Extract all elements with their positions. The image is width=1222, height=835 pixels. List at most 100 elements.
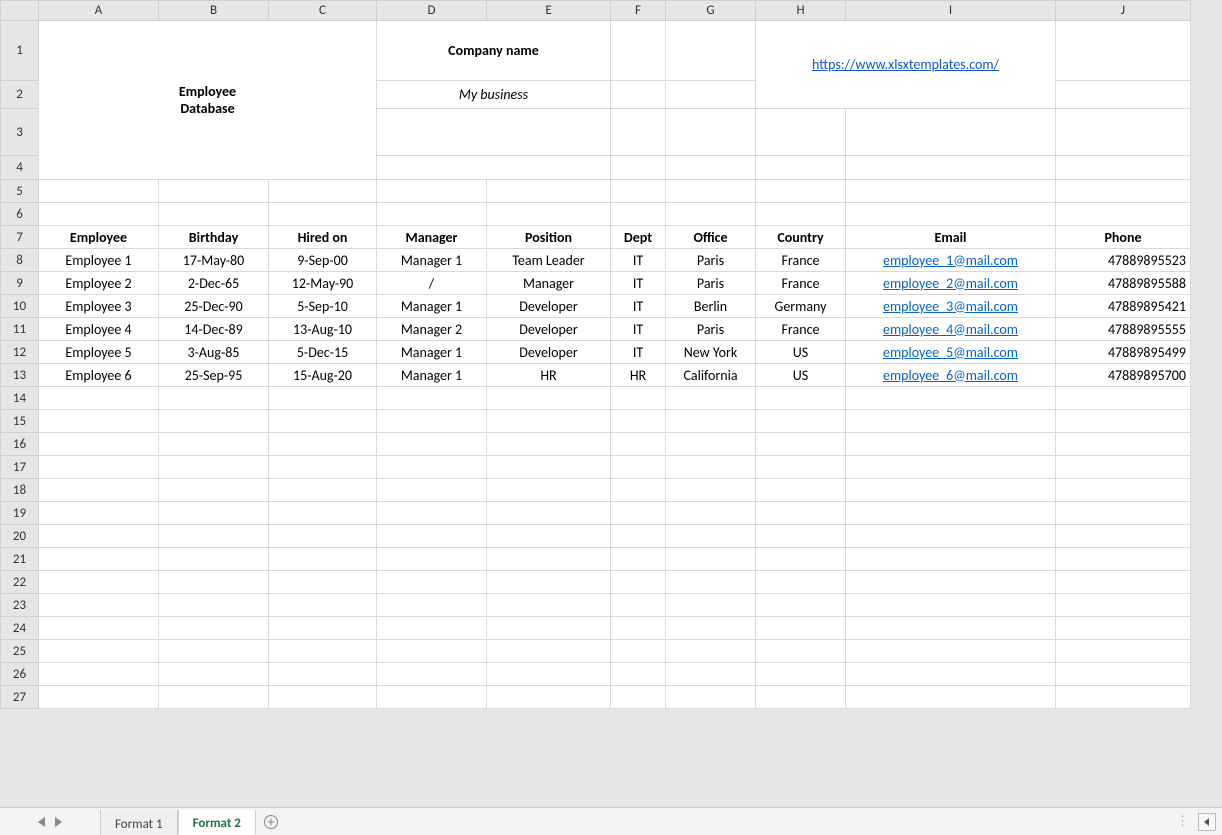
hdr-dept[interactable]: Dept: [611, 226, 666, 249]
cell-manager[interactable]: Manager 1: [377, 249, 487, 272]
add-sheet-button[interactable]: [256, 808, 286, 835]
row-header-22[interactable]: 22: [1, 571, 39, 594]
col-header-B[interactable]: B: [159, 1, 269, 21]
company-name-label[interactable]: Company name: [377, 21, 611, 81]
row-header-11[interactable]: 11: [1, 318, 39, 341]
row-header-21[interactable]: 21: [1, 548, 39, 571]
cell-G2[interactable]: [666, 81, 756, 109]
col-header-E[interactable]: E: [487, 1, 611, 21]
row-header-20[interactable]: 20: [1, 525, 39, 548]
cell-H4[interactable]: [756, 156, 846, 180]
row-header-8[interactable]: 8: [1, 249, 39, 272]
tab-nav-buttons[interactable]: [0, 808, 100, 835]
cell-J1[interactable]: [1056, 21, 1191, 81]
col-header-A[interactable]: A: [39, 1, 159, 21]
email-link[interactable]: employee_4@mail.com: [883, 321, 1018, 338]
cell-phone[interactable]: 47889895523: [1056, 249, 1191, 272]
select-all-corner[interactable]: [1, 1, 39, 21]
external-link-cell[interactable]: https://www.xlsxtemplates.com/: [756, 21, 1056, 109]
tab-nav-prev-icon: [37, 817, 47, 827]
email-link[interactable]: employee_1@mail.com: [883, 252, 1018, 269]
row-header-9[interactable]: 9: [1, 272, 39, 295]
title-block[interactable]: Employee Database: [39, 21, 377, 180]
email-link[interactable]: employee_3@mail.com: [883, 298, 1018, 315]
row-header-27[interactable]: 27: [1, 686, 39, 709]
col-header-H[interactable]: H: [756, 1, 846, 21]
row-header-6[interactable]: 6: [1, 203, 39, 226]
col-header-I[interactable]: I: [846, 1, 1056, 21]
hdr-office[interactable]: Office: [666, 226, 756, 249]
row-header-13[interactable]: 13: [1, 364, 39, 387]
col-header-G[interactable]: G: [666, 1, 756, 21]
cell-birthday[interactable]: 17-May-80: [159, 249, 269, 272]
cell-F1[interactable]: [611, 21, 666, 81]
col-header-F[interactable]: F: [611, 1, 666, 21]
email-link[interactable]: employee_2@mail.com: [883, 275, 1018, 292]
row-header-26[interactable]: 26: [1, 663, 39, 686]
row-header-17[interactable]: 17: [1, 456, 39, 479]
cell-F4[interactable]: [611, 156, 666, 180]
cell-J4[interactable]: [1056, 156, 1191, 180]
company-name-value[interactable]: My business: [377, 81, 611, 109]
hdr-position[interactable]: Position: [487, 226, 611, 249]
col-header-J[interactable]: J: [1056, 1, 1191, 21]
hdr-email[interactable]: Email: [846, 226, 1056, 249]
row-header-23[interactable]: 23: [1, 594, 39, 617]
col-header-C[interactable]: C: [269, 1, 377, 21]
cell-F3[interactable]: [611, 109, 666, 156]
row-header-5[interactable]: 5: [1, 180, 39, 203]
cell-I4[interactable]: [846, 156, 1056, 180]
hdr-country[interactable]: Country: [756, 226, 846, 249]
external-link[interactable]: https://www.xlsxtemplates.com/: [812, 56, 999, 73]
table-row: 10 Employee 3 25-Dec-90 5-Sep-10 Manager…: [1, 295, 1191, 318]
hscroll-left-button[interactable]: [1198, 813, 1216, 831]
cell-dept[interactable]: IT: [611, 249, 666, 272]
cell-A5[interactable]: [39, 180, 159, 203]
plus-circle-icon: [263, 814, 279, 830]
cell-G4[interactable]: [666, 156, 756, 180]
row-header-3[interactable]: 3: [1, 109, 39, 156]
row-header-2[interactable]: 2: [1, 81, 39, 109]
cell-A6[interactable]: [39, 203, 159, 226]
tab-drag-handle-icon[interactable]: ⋮: [1176, 814, 1190, 829]
cell-J2[interactable]: [1056, 81, 1191, 109]
sheet-tab-format-2[interactable]: Format 2: [178, 810, 256, 835]
white-band[interactable]: [377, 156, 611, 180]
row-header-4[interactable]: 4: [1, 156, 39, 180]
row-header-16[interactable]: 16: [1, 433, 39, 456]
purple-band[interactable]: [377, 109, 611, 156]
row-header-10[interactable]: 10: [1, 295, 39, 318]
hdr-birthday[interactable]: Birthday: [159, 226, 269, 249]
cell-email[interactable]: employee_1@mail.com: [846, 249, 1056, 272]
row-header-1[interactable]: 1: [1, 21, 39, 81]
cell-H3[interactable]: [756, 109, 846, 156]
hdr-hired-on[interactable]: Hired on: [269, 226, 377, 249]
cell-F2[interactable]: [611, 81, 666, 109]
email-link[interactable]: employee_6@mail.com: [883, 367, 1018, 384]
email-link[interactable]: employee_5@mail.com: [883, 344, 1018, 361]
cell-G1[interactable]: [666, 21, 756, 81]
hdr-phone[interactable]: Phone: [1056, 226, 1191, 249]
cell-hired[interactable]: 9-Sep-00: [269, 249, 377, 272]
cell-name[interactable]: Employee 1: [39, 249, 159, 272]
hdr-employee[interactable]: Employee: [39, 226, 159, 249]
spreadsheet-viewport[interactable]: A B C D E F G H I J 1 Employee Database …: [0, 0, 1222, 807]
cell-office[interactable]: Paris: [666, 249, 756, 272]
row-header-19[interactable]: 19: [1, 502, 39, 525]
cell-position[interactable]: Team Leader: [487, 249, 611, 272]
row-header-18[interactable]: 18: [1, 479, 39, 502]
cell-G3[interactable]: [666, 109, 756, 156]
row-header-25[interactable]: 25: [1, 640, 39, 663]
row-header-12[interactable]: 12: [1, 341, 39, 364]
tab-nav-next-icon: [53, 817, 63, 827]
row-header-7[interactable]: 7: [1, 226, 39, 249]
row-header-15[interactable]: 15: [1, 410, 39, 433]
cell-country[interactable]: France: [756, 249, 846, 272]
col-header-D[interactable]: D: [377, 1, 487, 21]
cell-J3[interactable]: [1056, 109, 1191, 156]
hdr-manager[interactable]: Manager: [377, 226, 487, 249]
sheet-tab-format-1[interactable]: Format 1: [100, 810, 178, 835]
row-header-24[interactable]: 24: [1, 617, 39, 640]
cell-I3[interactable]: [846, 109, 1056, 156]
row-header-14[interactable]: 14: [1, 387, 39, 410]
